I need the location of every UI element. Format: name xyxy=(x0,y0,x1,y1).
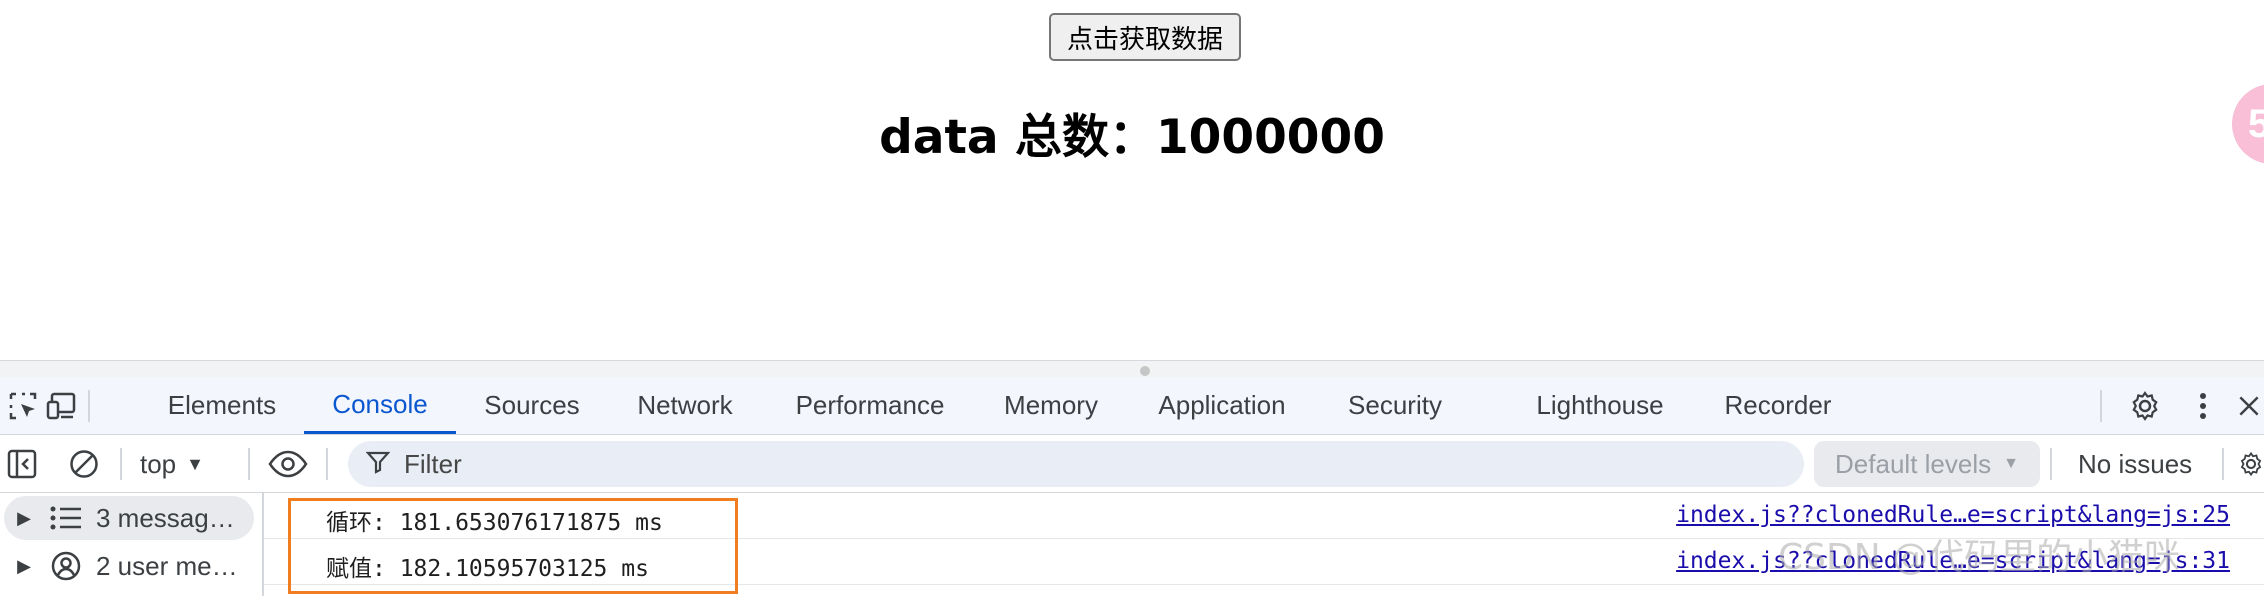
devtools-resizer[interactable] xyxy=(0,360,2264,377)
context-selector[interactable]: top ▼ xyxy=(140,443,204,485)
toolbar-divider xyxy=(120,448,122,480)
devtools-tabbar: Elements Console Sources Network Perform… xyxy=(0,377,2264,435)
tab-lighthouse[interactable]: Lighthouse xyxy=(1518,377,1682,434)
log-levels-dropdown[interactable]: Default levels ▼ xyxy=(1814,441,2040,487)
user-icon xyxy=(46,550,86,582)
page-content: 点击获取数据 data 总数：1000000 5 xyxy=(0,0,2264,360)
console-message-text: 赋值: 182.10595703125 ms xyxy=(326,556,649,582)
tab-elements[interactable]: Elements xyxy=(150,377,294,434)
console-settings-gear-icon[interactable] xyxy=(2238,446,2264,482)
tab-console[interactable]: Console xyxy=(304,377,456,434)
issues-counter[interactable]: No issues xyxy=(2078,443,2192,485)
tab-memory[interactable]: Memory xyxy=(992,377,1110,434)
dropdown-arrow-icon: ▼ xyxy=(186,453,204,474)
bubble-text: 5 xyxy=(2248,101,2264,146)
console-sidebar: ▶ 3 messag… ▶ 2 user me… xyxy=(0,493,264,596)
toolbar-divider xyxy=(248,448,250,480)
clear-console-icon[interactable] xyxy=(66,446,102,482)
total-count-heading: data 总数：1000000 xyxy=(879,110,1385,165)
filter-box[interactable] xyxy=(348,441,1804,487)
expand-arrow-icon[interactable]: ▶ xyxy=(10,508,38,529)
sidebar-item-label: 2 user me… xyxy=(96,550,238,581)
sidebar-item-user-messages[interactable]: ▶ 2 user me… xyxy=(4,544,254,588)
close-icon[interactable] xyxy=(2236,389,2262,423)
tab-sources[interactable]: Sources xyxy=(466,377,598,434)
tab-recorder[interactable]: Recorder xyxy=(1712,377,1844,434)
fetch-data-button[interactable]: 点击获取数据 xyxy=(1049,13,1241,61)
console-message-text: 循环: 181.653076171875 ms xyxy=(326,510,663,536)
toolbar-divider xyxy=(88,390,90,422)
resizer-handle-icon[interactable] xyxy=(1140,366,1150,376)
sidebar-item-label: 3 messag… xyxy=(96,502,235,533)
toolbar-divider xyxy=(326,448,328,480)
inspect-element-icon[interactable] xyxy=(6,389,40,423)
tab-network[interactable]: Network xyxy=(622,377,748,434)
sidebar-item-messages[interactable]: ▶ 3 messag… xyxy=(4,496,254,540)
log-levels-label: Default levels xyxy=(1835,448,1992,479)
list-icon xyxy=(46,506,86,530)
console-source-link[interactable]: index.js??clonedRule…e=script&lang=js:25 xyxy=(1676,502,2230,528)
expand-arrow-icon[interactable]: ▶ xyxy=(10,556,38,577)
tab-application[interactable]: Application xyxy=(1144,377,1300,434)
filter-input[interactable] xyxy=(402,447,1706,481)
dropdown-arrow-icon: ▼ xyxy=(2003,455,2019,472)
toolbar-divider xyxy=(2222,448,2224,480)
toolbar-divider xyxy=(2050,448,2052,480)
live-expression-eye-icon[interactable] xyxy=(266,446,310,482)
filter-icon xyxy=(365,450,391,479)
context-label: top xyxy=(140,448,177,479)
tab-security[interactable]: Security xyxy=(1330,377,1460,434)
watermark: CSDN @代码里的小猫咪 xyxy=(1778,537,2181,578)
toolbar-divider xyxy=(2100,390,2102,422)
more-options-icon[interactable] xyxy=(2186,389,2220,423)
tab-performance[interactable]: Performance xyxy=(778,377,962,434)
sidebar-toggle-icon[interactable] xyxy=(4,446,40,482)
console-toolbar: top ▼ Default levels ▼ No issues xyxy=(0,435,2264,493)
device-toolbar-icon[interactable] xyxy=(44,389,78,423)
settings-gear-icon[interactable] xyxy=(2128,389,2162,423)
